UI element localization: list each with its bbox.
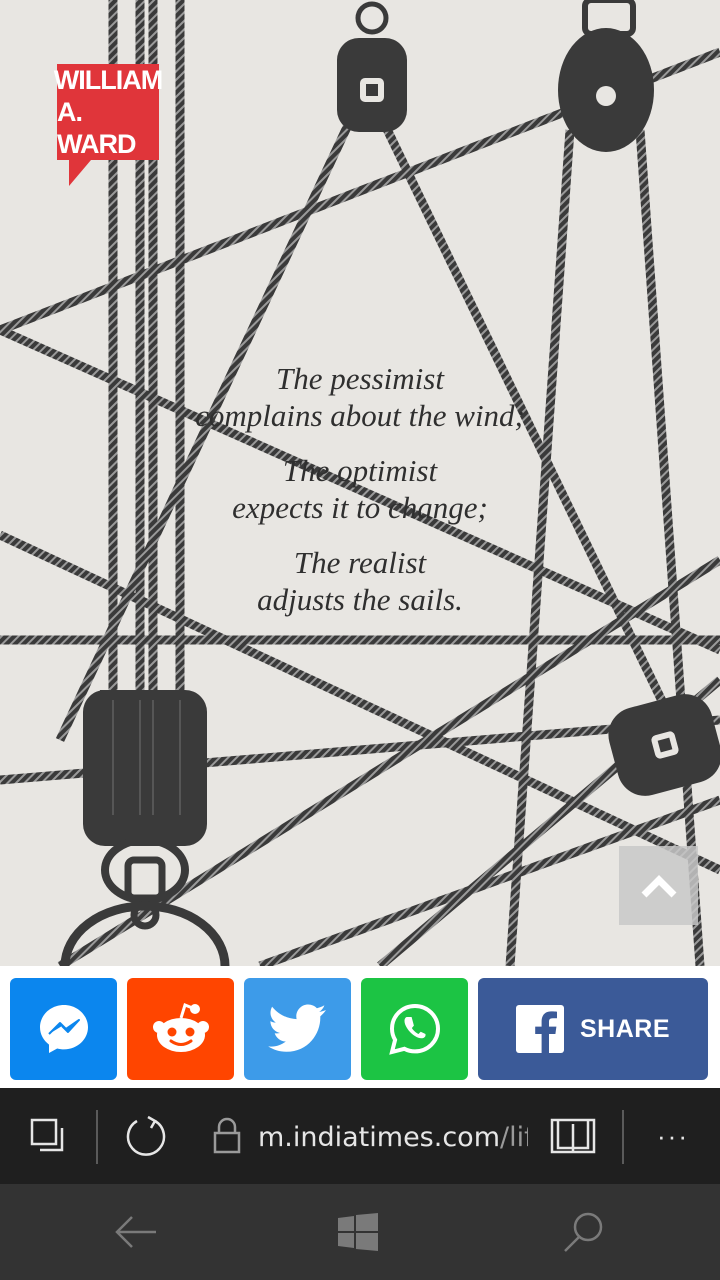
reddit-share-button[interactable] xyxy=(127,978,234,1080)
quote-stanza-realist: The realist adjusts the sails. xyxy=(257,545,463,617)
messenger-share-button[interactable] xyxy=(10,978,117,1080)
toolbar-divider xyxy=(622,1110,624,1164)
secure-lock xyxy=(205,1088,249,1184)
url-path: /lif xyxy=(500,1122,528,1153)
lock-icon xyxy=(213,1117,241,1154)
whatsapp-share-button[interactable] xyxy=(361,978,468,1080)
facebook-icon xyxy=(515,1005,564,1053)
back-arrow-icon xyxy=(115,1216,156,1248)
author-second-line: A. WARD xyxy=(57,97,137,159)
author-badge: WILLIAM A. WARD xyxy=(53,64,163,186)
search-button[interactable] xyxy=(524,1184,644,1280)
author-first-line: WILLIAM xyxy=(53,65,163,95)
messenger-icon xyxy=(39,1005,88,1053)
search-icon xyxy=(564,1212,603,1252)
system-nav-bar xyxy=(0,1184,720,1280)
whatsapp-icon xyxy=(388,1003,440,1055)
quote-stanza-optimist: The optimist expects it to change; xyxy=(232,453,488,525)
share-bar: SHARE xyxy=(0,966,720,1088)
reddit-icon xyxy=(152,1003,209,1052)
home-button[interactable] xyxy=(298,1184,418,1280)
browser-toolbar: m.indiatimes.com/lif ··· xyxy=(0,1088,720,1184)
address-bar[interactable]: m.indiatimes.com/lif xyxy=(258,1118,528,1158)
twitter-share-button[interactable] xyxy=(244,978,351,1080)
quote-text: The pessimist complains about the wind; … xyxy=(150,360,570,636)
quote-poster-image: WILLIAM A. WARD The pessimist complains … xyxy=(0,0,720,966)
reading-view-icon xyxy=(550,1118,596,1154)
toolbar-divider xyxy=(96,1110,98,1164)
more-options-button[interactable]: ··· xyxy=(638,1088,708,1184)
tabs-button[interactable] xyxy=(10,1088,86,1184)
refresh-icon xyxy=(126,1115,166,1156)
chevron-up-icon xyxy=(641,874,676,897)
quote-stanza-pessimist: The pessimist complains about the wind; xyxy=(195,361,525,433)
url-host: m.indiatimes.com xyxy=(258,1122,500,1153)
back-button[interactable] xyxy=(76,1184,196,1280)
reading-view-button[interactable] xyxy=(542,1088,604,1184)
tabs-icon xyxy=(30,1118,64,1152)
twitter-icon xyxy=(267,1004,326,1052)
facebook-share-label: SHARE xyxy=(579,1014,670,1043)
windows-logo-icon xyxy=(338,1213,378,1251)
facebook-share-button[interactable]: SHARE xyxy=(478,978,708,1080)
refresh-button[interactable] xyxy=(112,1088,180,1184)
scroll-to-top-button[interactable] xyxy=(619,846,698,925)
